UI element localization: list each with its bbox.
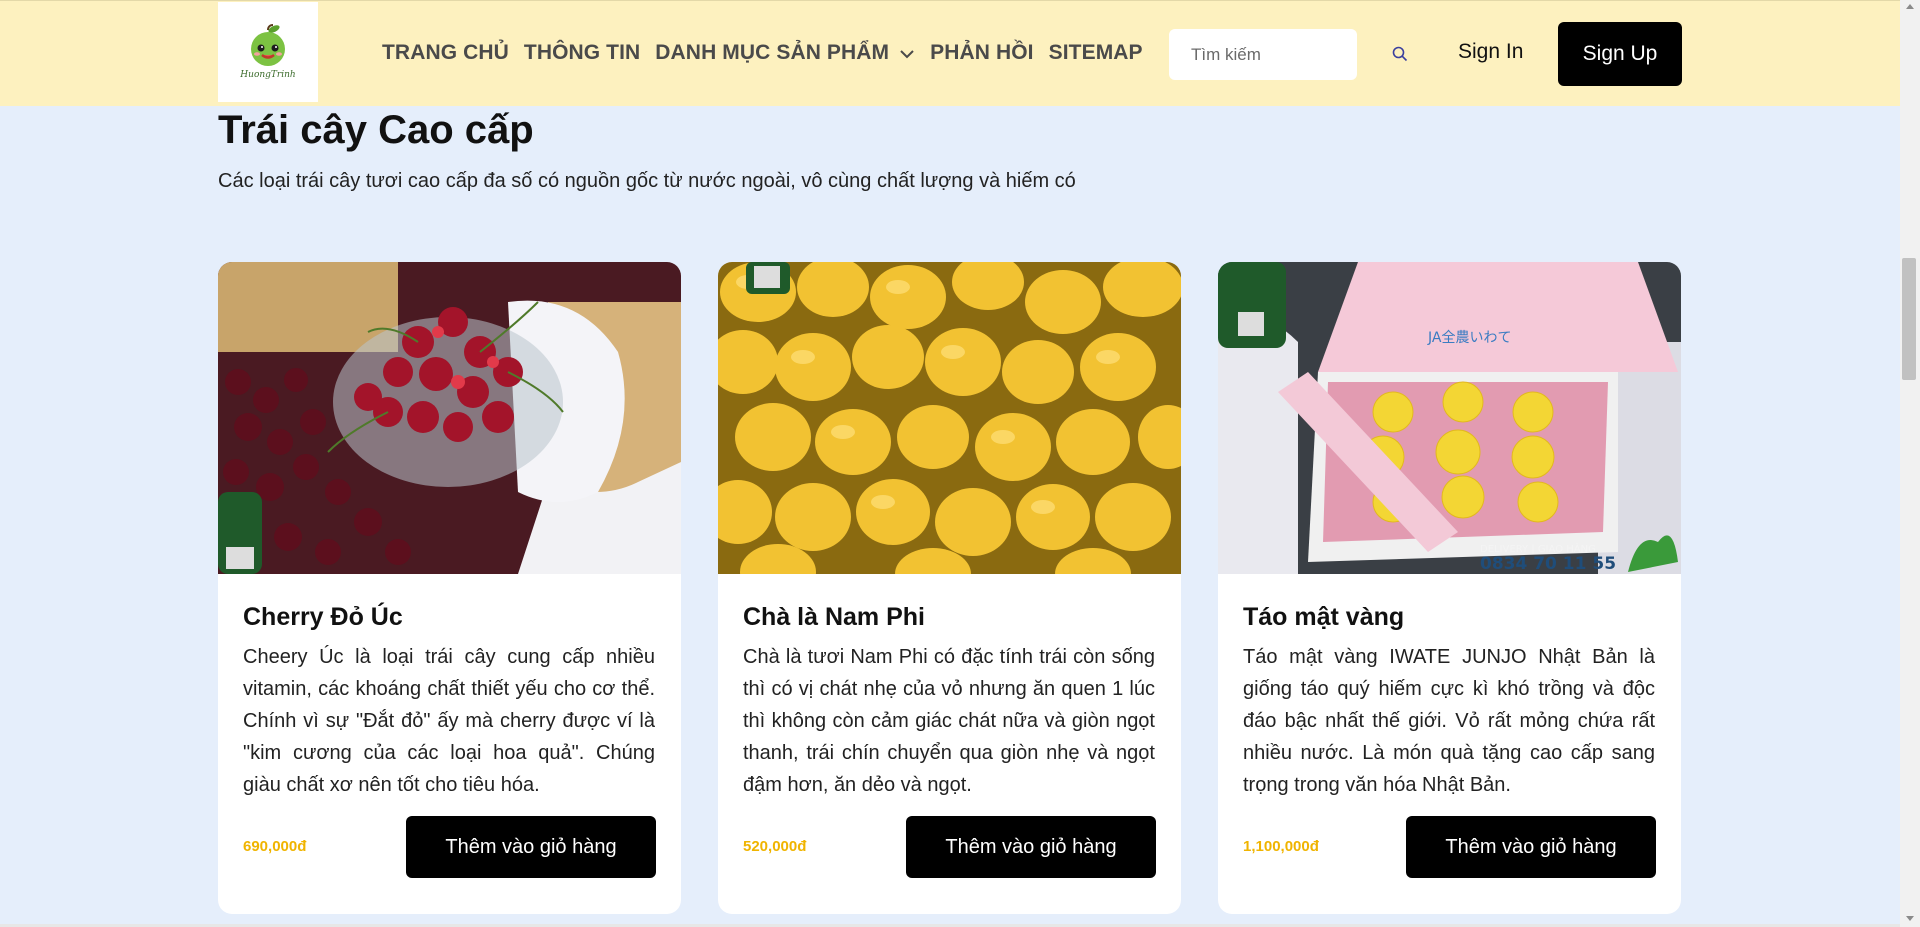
search-input[interactable] (1169, 29, 1357, 80)
chevron-down-icon (899, 41, 915, 65)
main-nav: TRANG CHỦ THÔNG TIN DANH MỤC SẢN PHẨM PH… (382, 0, 1158, 106)
section-subtitle: Các loại trái cây tươi cao cấp đa số có … (218, 170, 1076, 192)
sign-up-button[interactable]: Sign Up (1558, 22, 1682, 86)
scroll-thumb[interactable] (1902, 258, 1916, 380)
top-border (0, 0, 1900, 1)
search-icon[interactable] (1391, 45, 1409, 63)
nav-product-categories-label: DANH MỤC SẢN PHẨM (655, 41, 890, 64)
product-card: Chà là Nam Phi Chà là tươi Nam Phi có đặ… (718, 262, 1181, 914)
product-card: JA全農いわて DELIVERY | GIAO HÀNG 0834 70 11 … (1218, 262, 1681, 914)
add-to-cart-button[interactable]: Thêm vào giỏ hàng (906, 816, 1156, 878)
logo-text: HuongTrinh (240, 70, 296, 80)
nav-about[interactable]: THÔNG TIN (524, 41, 640, 65)
product-price: 520,000đ (743, 838, 807, 855)
vertical-scrollbar[interactable] (1900, 0, 1920, 927)
nav-home[interactable]: TRANG CHỦ (382, 41, 509, 65)
product-image-cherries (218, 262, 681, 574)
product-price: 1,100,000đ (1243, 838, 1319, 855)
product-name: Cherry Đỏ Úc (243, 603, 403, 631)
box-brand-text: JA全農いわて (1427, 329, 1511, 346)
nav-feedback[interactable]: PHẢN HỒI (930, 41, 1033, 65)
scroll-down-arrow-icon[interactable] (1906, 916, 1914, 921)
product-card: Cherry Đỏ Úc Cheery Úc là loại trái cây … (218, 262, 681, 914)
nav-product-categories[interactable]: DANH MỤC SẢN PHẨM (655, 41, 915, 65)
apple-mascot-icon (251, 24, 285, 66)
product-name: Táo mật vàng (1243, 603, 1405, 631)
product-name: Chà là Nam Phi (743, 603, 925, 631)
product-price: 690,000đ (243, 838, 307, 855)
product-image-golden-apples: JA全農いわて DELIVERY | GIAO HÀNG 0834 70 11 … (1218, 262, 1681, 574)
add-to-cart-button[interactable]: Thêm vào giỏ hàng (1406, 816, 1656, 878)
scroll-up-arrow-icon[interactable] (1906, 4, 1914, 9)
site-logo[interactable]: HuongTrinh (218, 2, 318, 102)
add-to-cart-button[interactable]: Thêm vào giỏ hàng (406, 816, 656, 878)
sign-in-link[interactable]: Sign In (1458, 40, 1523, 64)
product-image-dates (718, 262, 1181, 574)
nav-sitemap[interactable]: SITEMAP (1049, 41, 1143, 65)
site-header: HuongTrinh TRANG CHỦ THÔNG TIN DANH MỤC … (0, 0, 1900, 106)
section-title: Trái cây Cao cấp (218, 108, 534, 152)
product-description: Cheery Úc là loại trái cây cung cấp nhiề… (243, 646, 655, 796)
phone-text: 0834 70 11 55 (1480, 554, 1616, 574)
product-description: Chà là tươi Nam Phi có đặc tính trái còn… (743, 646, 1155, 796)
product-description: Táo mật vàng IWATE JUNJO Nhật Bản là giố… (1243, 646, 1655, 796)
